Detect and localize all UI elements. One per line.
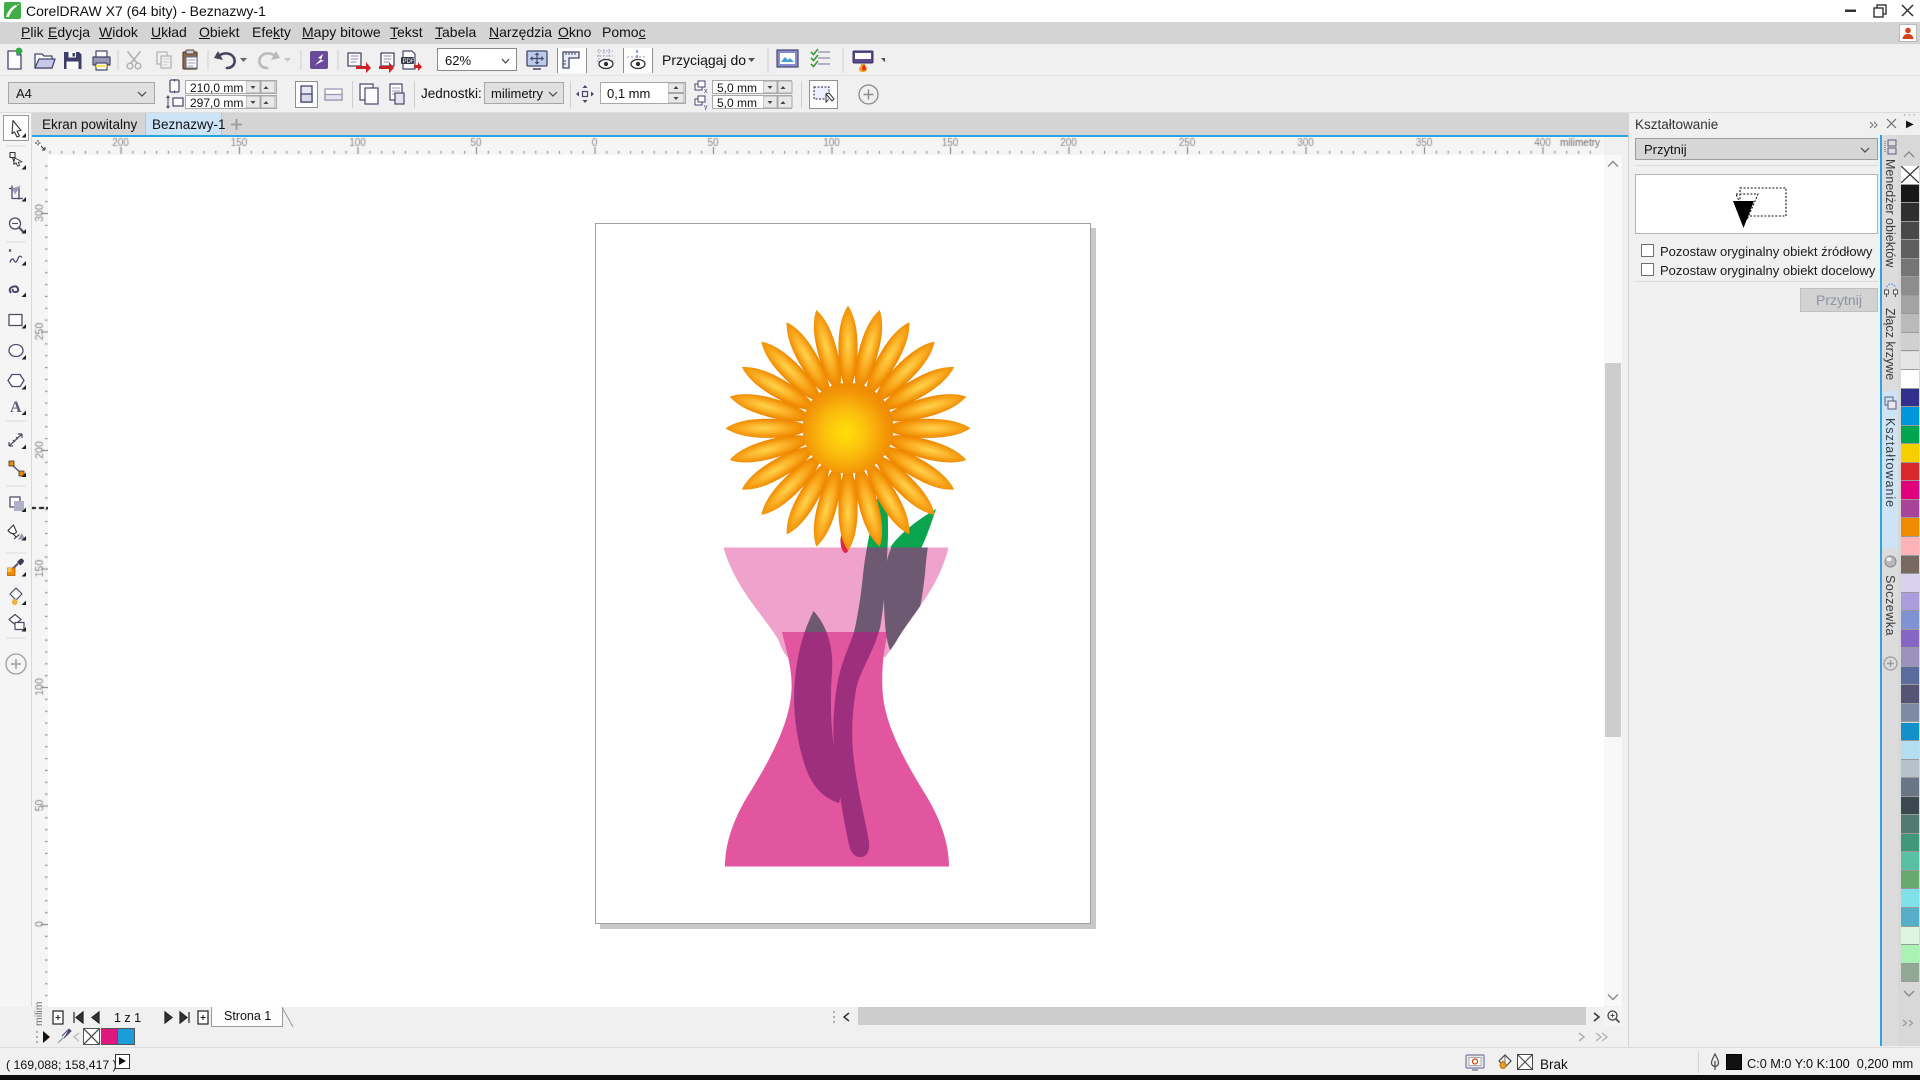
svg-text:Przyciągaj do: Przyciągaj do — [662, 52, 746, 68]
svg-text:A: A — [10, 399, 22, 416]
svg-text:PDF: PDF — [403, 59, 415, 65]
svg-text:1 z 1: 1 z 1 — [114, 1011, 141, 1025]
svg-text:x: x — [704, 88, 708, 95]
svg-text:y: y — [704, 104, 708, 110]
